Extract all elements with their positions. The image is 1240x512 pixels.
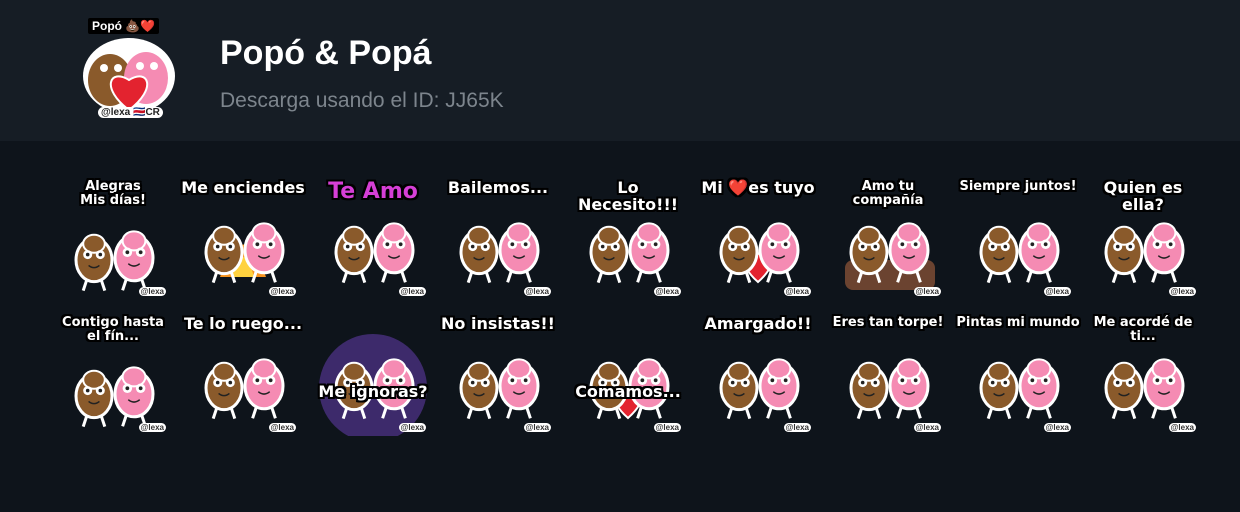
sticker-caption: Amargado!! bbox=[704, 314, 812, 333]
sticker-watermark: @lexa bbox=[268, 423, 296, 432]
sticker-watermark: @lexa bbox=[913, 287, 941, 296]
sticker-watermark: @lexa bbox=[138, 287, 166, 296]
sticker-cuddle[interactable]: Lo Necesito!!! @lexa bbox=[565, 176, 691, 300]
sticker-push[interactable]: No insistas!! @lexa bbox=[435, 312, 561, 436]
pack-icon-handle: @lexa 🇨🇷CR bbox=[98, 107, 163, 118]
sticker-phone[interactable]: Quien es ella? @lexa bbox=[1080, 176, 1206, 300]
sticker-watermark: @lexa bbox=[1168, 423, 1196, 432]
sticker-grid: Alegras Mis días! @lexa Me enciendes @le… bbox=[50, 176, 1210, 436]
sticker-watermark: @lexa bbox=[1043, 287, 1071, 296]
sticker-caption: Te lo ruego... bbox=[183, 314, 303, 333]
sticker-watermark: @lexa bbox=[653, 423, 681, 432]
sticker-art bbox=[979, 222, 1060, 284]
sticker-think[interactable]: Me acordé de ti... @lexa bbox=[1080, 312, 1206, 436]
sticker-watermark: @lexa bbox=[1168, 287, 1196, 296]
sticker-watermark: @lexa bbox=[1043, 423, 1071, 432]
sticker-watermark: @lexa bbox=[398, 287, 426, 296]
sticker-grumpy[interactable]: Amargado!! @lexa bbox=[695, 312, 821, 436]
sticker-watermark: @lexa bbox=[138, 423, 166, 432]
sticker-fire[interactable]: Me enciendes @lexa bbox=[180, 176, 306, 300]
sticker-art bbox=[589, 358, 670, 420]
sticker-caption: Amo tu compañía bbox=[852, 179, 924, 208]
sticker-bed[interactable]: Me ignoras? @lexa bbox=[310, 312, 436, 436]
sticker-hug[interactable]: Alegras Mis días! @lexa bbox=[50, 176, 176, 300]
sticker-caption: Bailemos... bbox=[447, 178, 549, 197]
sticker-kiss[interactable]: Te Amo @lexa bbox=[310, 176, 436, 300]
sticker-dance[interactable]: Bailemos... @lexa bbox=[435, 176, 561, 300]
sticker-art bbox=[979, 358, 1060, 420]
sticker-art bbox=[849, 358, 930, 420]
sticker-eat[interactable]: Comamos... @lexa bbox=[565, 312, 691, 436]
sticker-watermark: @lexa bbox=[268, 287, 296, 296]
pack-title: Popó & Popá bbox=[220, 34, 432, 72]
sticker-caption: Comamos... bbox=[575, 382, 681, 401]
sticker-caption: Me ignoras? bbox=[318, 382, 428, 401]
sticker-watermark: @lexa bbox=[913, 423, 941, 432]
sticker-caption: Te Amo bbox=[328, 179, 418, 204]
sticker-caption: Me enciendes bbox=[181, 178, 305, 197]
sticker-beg[interactable]: Te lo ruego... @lexa bbox=[180, 312, 306, 436]
sticker-watermark: @lexa bbox=[653, 287, 681, 296]
sticker-watermark: @lexa bbox=[783, 423, 811, 432]
sticker-clumsy[interactable]: Eres tan torpe! @lexa bbox=[825, 312, 951, 436]
sticker-caption: Pintas mi mundo bbox=[956, 315, 1080, 330]
sticker-highfive[interactable]: Siempre juntos! @lexa bbox=[955, 176, 1081, 300]
sticker-caption: Siempre juntos! bbox=[959, 179, 1077, 194]
sticker-caption: Mi ❤️es tuyo bbox=[701, 178, 815, 197]
sticker-watermark: @lexa bbox=[523, 287, 551, 296]
sticker-sofa[interactable]: Amo tu compañía @lexa bbox=[825, 176, 951, 300]
pack-download-id: Descarga usando el ID: JJ65K bbox=[220, 89, 504, 112]
sticker-caption: Eres tan torpe! bbox=[832, 315, 944, 330]
sticker-watermark: @lexa bbox=[783, 287, 811, 296]
pack-header: Popó 💩❤️ @lexa 🇨🇷CR Popó & Popá Descarga… bbox=[0, 0, 1240, 141]
pack-icon-tag: Popó 💩❤️ bbox=[88, 18, 160, 34]
sticker-watermark: @lexa bbox=[523, 423, 551, 432]
sticker-heart[interactable]: Mi ❤️es tuyo @lexa bbox=[695, 176, 821, 300]
sticker-caption: Alegras Mis días! bbox=[80, 179, 146, 208]
sticker-walk[interactable]: Contigo hasta el fín... @lexa bbox=[50, 312, 176, 436]
sticker-smile[interactable]: Pintas mi mundo @lexa bbox=[955, 312, 1081, 436]
sticker-art bbox=[319, 334, 427, 436]
sticker-caption: Lo Necesito!!! bbox=[577, 178, 679, 214]
sticker-watermark: @lexa bbox=[398, 423, 426, 432]
pack-icon[interactable]: Popó 💩❤️ @lexa 🇨🇷CR bbox=[80, 18, 178, 118]
sticker-caption: Quien es ella? bbox=[1103, 178, 1183, 214]
sticker-caption: Me acordé de ti... bbox=[1093, 315, 1193, 344]
sticker-caption: No insistas!! bbox=[441, 314, 555, 333]
sticker-caption: Contigo hasta el fín... bbox=[62, 315, 164, 344]
